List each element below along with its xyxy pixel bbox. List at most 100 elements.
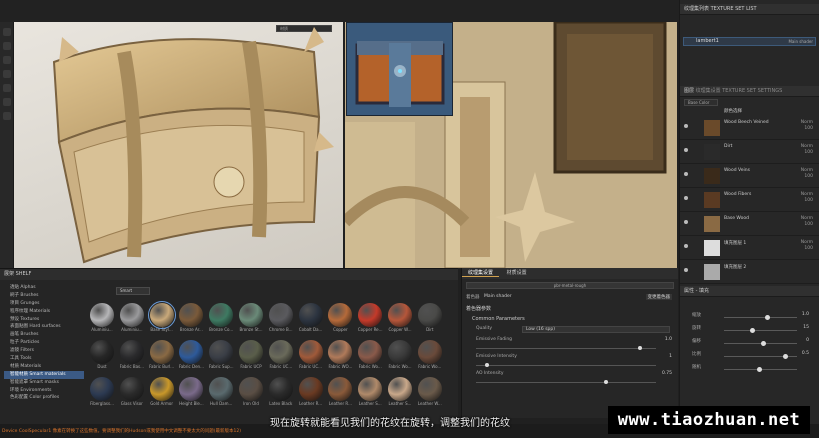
layer-name[interactable]: Base Wood	[724, 216, 749, 221]
layer-blend[interactable]: Norm 100	[801, 192, 813, 204]
slider-knob[interactable]	[749, 328, 755, 333]
layer-row[interactable]: 填充图层 2	[680, 260, 819, 284]
folder-layer[interactable]: 颜色选择	[680, 107, 819, 116]
material-tile[interactable]: Fabric Wo...	[385, 338, 415, 374]
tab-layers[interactable]: 图层	[684, 88, 694, 94]
eye-icon[interactable]	[684, 244, 688, 248]
material-tile[interactable]: Latex Black	[266, 375, 296, 411]
slider-knob[interactable]	[603, 380, 608, 384]
shader-param-value[interactable]: 1	[669, 354, 672, 359]
shader-param-value[interactable]: 0.75	[662, 371, 672, 376]
shelf-category-item[interactable]: 智能遮罩 Smart masks	[4, 379, 84, 387]
material-tile[interactable]: Hull Dam...	[206, 375, 236, 411]
eye-icon[interactable]	[684, 268, 688, 272]
property-value[interactable]: 15	[803, 325, 809, 330]
tab-material-settings[interactable]: 材质设置	[501, 270, 533, 276]
material-tile[interactable]: Fabric WO...	[325, 338, 355, 374]
material-tile[interactable]: Chrome B...	[266, 301, 296, 337]
slider-knob[interactable]	[757, 367, 763, 372]
smudge-tool-icon[interactable]	[3, 84, 11, 92]
texture-set-item[interactable]: lambert1 Main shader	[683, 37, 816, 46]
material-tile[interactable]: Aluminiu...	[87, 301, 117, 337]
property-value[interactable]: 1.0	[802, 312, 809, 317]
eye-icon[interactable]	[684, 124, 688, 128]
material-tile[interactable]: Leather R...	[325, 375, 355, 411]
material-tile[interactable]: Cobalt Da...	[296, 301, 326, 337]
layer-name[interactable]: 填充图层 2	[724, 264, 746, 270]
property-value[interactable]: 0	[806, 338, 809, 343]
layer-row[interactable]: Dirt Norm 100	[680, 140, 819, 164]
shelf-category-item[interactable]: 智能材质 Smart materials	[4, 370, 84, 379]
layer-opacity[interactable]: 100	[801, 198, 813, 204]
layer-row[interactable]: Wood Fibers Norm 100	[680, 188, 819, 212]
eye-icon[interactable]	[684, 148, 688, 152]
material-tile[interactable]: Height Ble...	[176, 375, 206, 411]
shader-param-slider[interactable]	[476, 348, 656, 349]
shader-param-slider[interactable]	[476, 382, 656, 383]
material-tile[interactable]: Iron Old	[236, 375, 266, 411]
paint-tool-icon[interactable]	[3, 28, 11, 36]
material-tile[interactable]: Fiberglass...	[87, 375, 117, 411]
material-tile[interactable]: Fabric Den...	[176, 338, 206, 374]
shelf-category-item[interactable]: 环境 Environments	[4, 387, 84, 395]
layer-name[interactable]: 填充图层 1	[724, 240, 746, 246]
layer-blend[interactable]: Norm 100	[801, 216, 813, 228]
slider-knob[interactable]	[764, 315, 770, 320]
material-tile[interactable]: Fabric Wo...	[355, 338, 385, 374]
material-tile[interactable]: Leather W...	[415, 375, 445, 411]
slider-knob[interactable]	[783, 354, 789, 359]
texture-set-shader[interactable]: Main shader	[788, 38, 813, 45]
material-tile[interactable]: Fabric UCP	[236, 338, 266, 374]
shelf-category-item[interactable]: 色彩配置 Color profiles	[4, 394, 84, 402]
eye-icon[interactable]	[684, 196, 688, 200]
material-tile[interactable]: Bronze Ar...	[176, 301, 206, 337]
shelf-category-item[interactable]: 表面贴图 Hard surfaces	[4, 323, 84, 331]
layer-name[interactable]: Dirt	[724, 144, 732, 149]
shader-value[interactable]: Main shader	[484, 294, 512, 299]
material-tile[interactable]: Copper Re...	[355, 301, 385, 337]
material-tile[interactable]: Aluminiu...	[117, 301, 147, 337]
projection-tool-icon[interactable]	[3, 56, 11, 64]
material-tile[interactable]: Fabric Burl...	[147, 338, 177, 374]
shelf-category-item[interactable]: 程序纹理 Materials	[4, 308, 84, 316]
material-tile[interactable]: Bronze Co...	[206, 301, 236, 337]
material-tile[interactable]: Fabric Bas...	[117, 338, 147, 374]
slider-knob[interactable]	[484, 363, 489, 367]
eye-icon[interactable]	[684, 220, 688, 224]
channel-dropdown[interactable]: Base Color	[684, 99, 718, 106]
layer-row[interactable]: 填充图层 1 Norm 100	[680, 236, 819, 260]
material-tile[interactable]: Fabric Sup...	[206, 338, 236, 374]
viewport-3d[interactable]: 材质	[14, 22, 343, 268]
material-tile[interactable]: Fabric Wo...	[415, 338, 445, 374]
material-tile[interactable]: Gold Armor	[147, 375, 177, 411]
layer-blend[interactable]: Norm 100	[801, 168, 813, 180]
shelf-category-item[interactable]: 项目 Grunges	[4, 300, 84, 308]
layer-opacity[interactable]: 100	[801, 126, 813, 132]
shader-preset-button[interactable]: pbr-metal-rough	[466, 282, 674, 289]
shelf-category-item[interactable]: 透贴 Alphas	[4, 284, 84, 292]
layer-opacity[interactable]: 100	[801, 150, 813, 156]
layer-row[interactable]: Wood Veins Norm 100	[680, 164, 819, 188]
shelf-category-item[interactable]: 粒子 Particles	[4, 339, 84, 347]
slider-knob[interactable]	[637, 346, 642, 350]
common-params-title[interactable]: Common Parameters	[462, 314, 678, 324]
shelf-category-item[interactable]: 工具 Tools	[4, 355, 84, 363]
material-tile[interactable]: Leather R...	[296, 375, 326, 411]
layer-row[interactable]: Base Wood Norm 100	[680, 212, 819, 236]
tab-texture-set-settings-mid[interactable]: 纹理集设置	[462, 270, 500, 277]
shelf-category-item[interactable]: 刷子 Brushes	[4, 292, 84, 300]
layer-row[interactable]: Wood Beech Veined Norm 100	[680, 116, 819, 140]
material-tile[interactable]: Leather S...	[385, 375, 415, 411]
material-tile[interactable]: Fabric UC...	[266, 338, 296, 374]
polygon-fill-icon[interactable]	[3, 70, 11, 78]
tab-texture-set-settings[interactable]: 纹理集设置 TEXTURE SET SETTINGS	[696, 88, 783, 94]
material-tile[interactable]: Dust	[87, 338, 117, 374]
material-tile[interactable]: Leather S...	[355, 375, 385, 411]
slider-knob[interactable]	[761, 341, 766, 346]
shelf-category-item[interactable]: 画笔 Brushes	[4, 331, 84, 339]
shelf-category-item[interactable]: 材质 Materials	[4, 363, 84, 371]
change-shader-button[interactable]: 变更着色器	[645, 294, 672, 300]
material-tile[interactable]: Glass Visor	[117, 375, 147, 411]
layer-name[interactable]: Wood Beech Veined	[724, 120, 769, 125]
shelf-category-item[interactable]: 预设 Textures	[4, 316, 84, 324]
